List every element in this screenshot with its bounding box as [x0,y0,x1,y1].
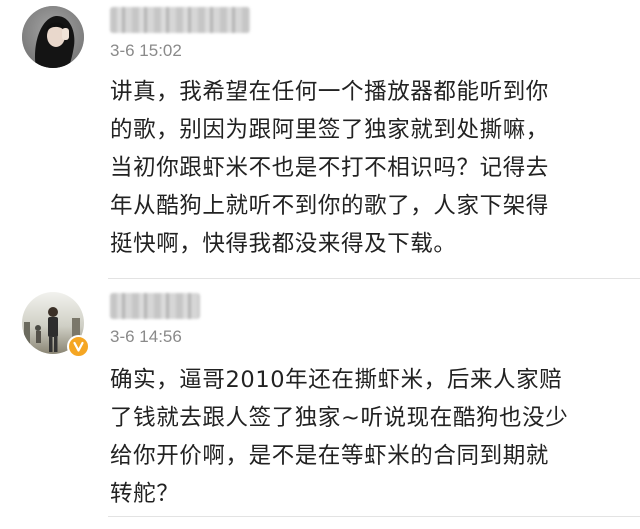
avatar[interactable] [22,6,84,68]
comment-text-line: 讲真，我希望在任何一个播放器都能听到你 [110,79,549,105]
comment-divider [108,516,640,517]
username-blurred[interactable] [110,7,250,33]
comment-item-2: 3-6 14:56 确实，逼哥2010年还在撕虾米，后来人家赔 了钱就去跟人签了… [0,279,640,529]
comment-text-line: 确实，逼哥2010年还在撕虾米，后来人家赔 [110,367,563,393]
comment-text-line: 了钱就去跟人签了独家~听说现在酷狗也没少 [110,405,569,431]
comment-text: 讲真，我希望在任何一个播放器都能听到你 的歌，别因为跟阿里签了独家就到处撕嘛， … [110,73,615,263]
comment-text-line: 年从酷狗上就听不到你的歌了，人家下架得 [110,193,549,219]
timestamp: 3-6 15:02 [110,41,182,60]
comment-text-line: 的歌，别因为跟阿里签了独家就到处撕嘛， [110,117,549,143]
comment-text-line: 当初你跟虾米不也是不打不相识吗？记得去 [110,155,549,181]
comment-item-1: 3-6 15:02 讲真，我希望在任何一个播放器都能听到你 的歌，别因为跟阿里签… [0,0,640,278]
comment-text: 确实，逼哥2010年还在撕虾米，后来人家赔 了钱就去跟人签了独家~听说现在酷狗也… [110,361,615,513]
comment-text-line: 转舵？ [110,481,180,507]
comment-text-line: 挺快啊，快得我都没来得及下载。 [110,231,457,257]
verified-v-icon [67,335,90,358]
avatar-image [22,6,84,68]
username-blurred[interactable] [110,293,200,319]
comment-text-line: 给你开价啊，是不是在等虾米的合同到期就 [110,443,549,469]
timestamp: 3-6 14:56 [110,327,182,346]
